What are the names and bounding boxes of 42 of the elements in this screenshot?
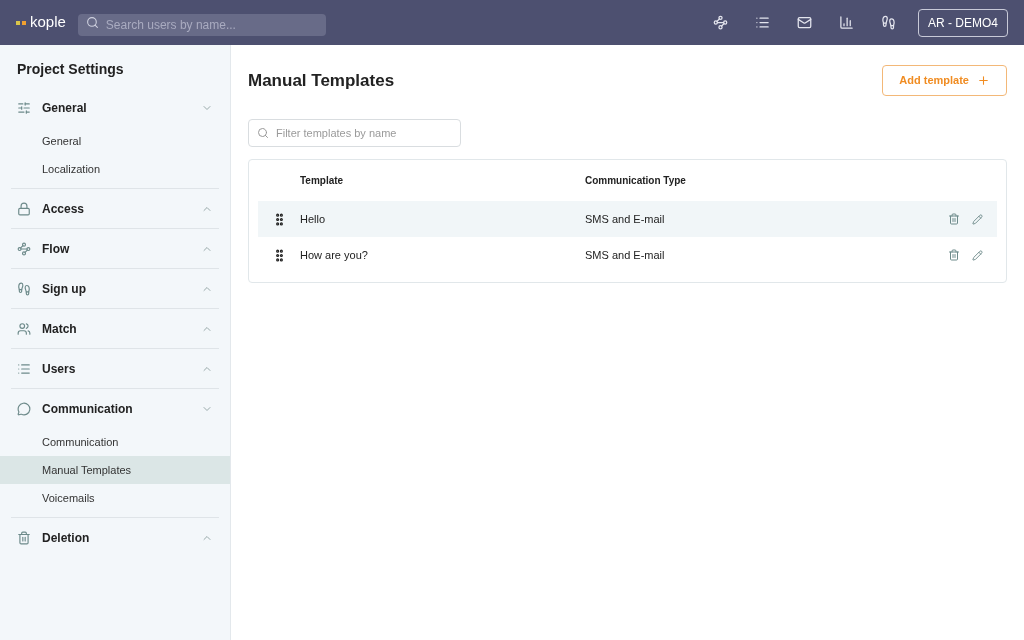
table-row[interactable]: Hello SMS and E-mail	[258, 201, 997, 237]
column-header: Communication Type	[585, 175, 686, 186]
page-title: Manual Templates	[248, 69, 395, 92]
chat-bubble-icon	[17, 401, 31, 416]
sidebar-title: Project Settings	[16, 60, 125, 79]
trash-icon[interactable]	[948, 213, 960, 225]
sidebar-item[interactable]: Voicemails	[0, 484, 230, 512]
footprints-icon	[17, 281, 31, 296]
sidebar-section[interactable]: Flow	[11, 229, 219, 268]
trash-icon	[17, 530, 31, 545]
logo-icon	[16, 20, 26, 25]
search-icon	[257, 127, 269, 139]
sidebar-section[interactable]: Access	[11, 189, 219, 228]
sidebar-item[interactable]: Communication	[0, 428, 230, 456]
table-cell: SMS and E-mail	[585, 212, 665, 225]
trash-icon[interactable]	[948, 249, 960, 261]
people-icon	[17, 321, 31, 336]
list-icon	[17, 361, 31, 376]
lock-icon	[17, 201, 31, 216]
filter-field[interactable]: Filter templates by name	[248, 119, 461, 147]
sidebar-item[interactable]: General	[0, 127, 230, 155]
logo: kople	[30, 12, 66, 33]
table-cell: Hello	[300, 212, 326, 225]
sidebar-section[interactable]: Sign up	[11, 269, 219, 308]
edit-icon[interactable]	[972, 213, 983, 225]
sidebar-section[interactable]: Users	[11, 349, 219, 388]
account-button[interactable]: AR - DEMO4	[918, 8, 1008, 37]
sidebar-section[interactable]: Communication	[11, 389, 219, 428]
plus-icon	[977, 74, 990, 87]
route-icon	[17, 241, 31, 256]
sliders-icon	[17, 100, 31, 115]
edit-icon[interactable]	[972, 249, 983, 261]
sidebar-section[interactable]: Deletion	[11, 518, 219, 557]
sidebar-item[interactable]: Manual Templates	[0, 456, 230, 484]
search-field[interactable]: Search users by name...	[77, 13, 326, 36]
table-cell: How are you?	[300, 248, 368, 261]
sidebar-item[interactable]: Localization	[0, 155, 230, 183]
table-cell: SMS and E-mail	[585, 248, 665, 261]
column-header: Template	[300, 175, 344, 186]
sidebar-section[interactable]: Match	[11, 309, 219, 348]
sidebar-section[interactable]: General	[11, 88, 219, 127]
search-icon	[85, 15, 99, 29]
